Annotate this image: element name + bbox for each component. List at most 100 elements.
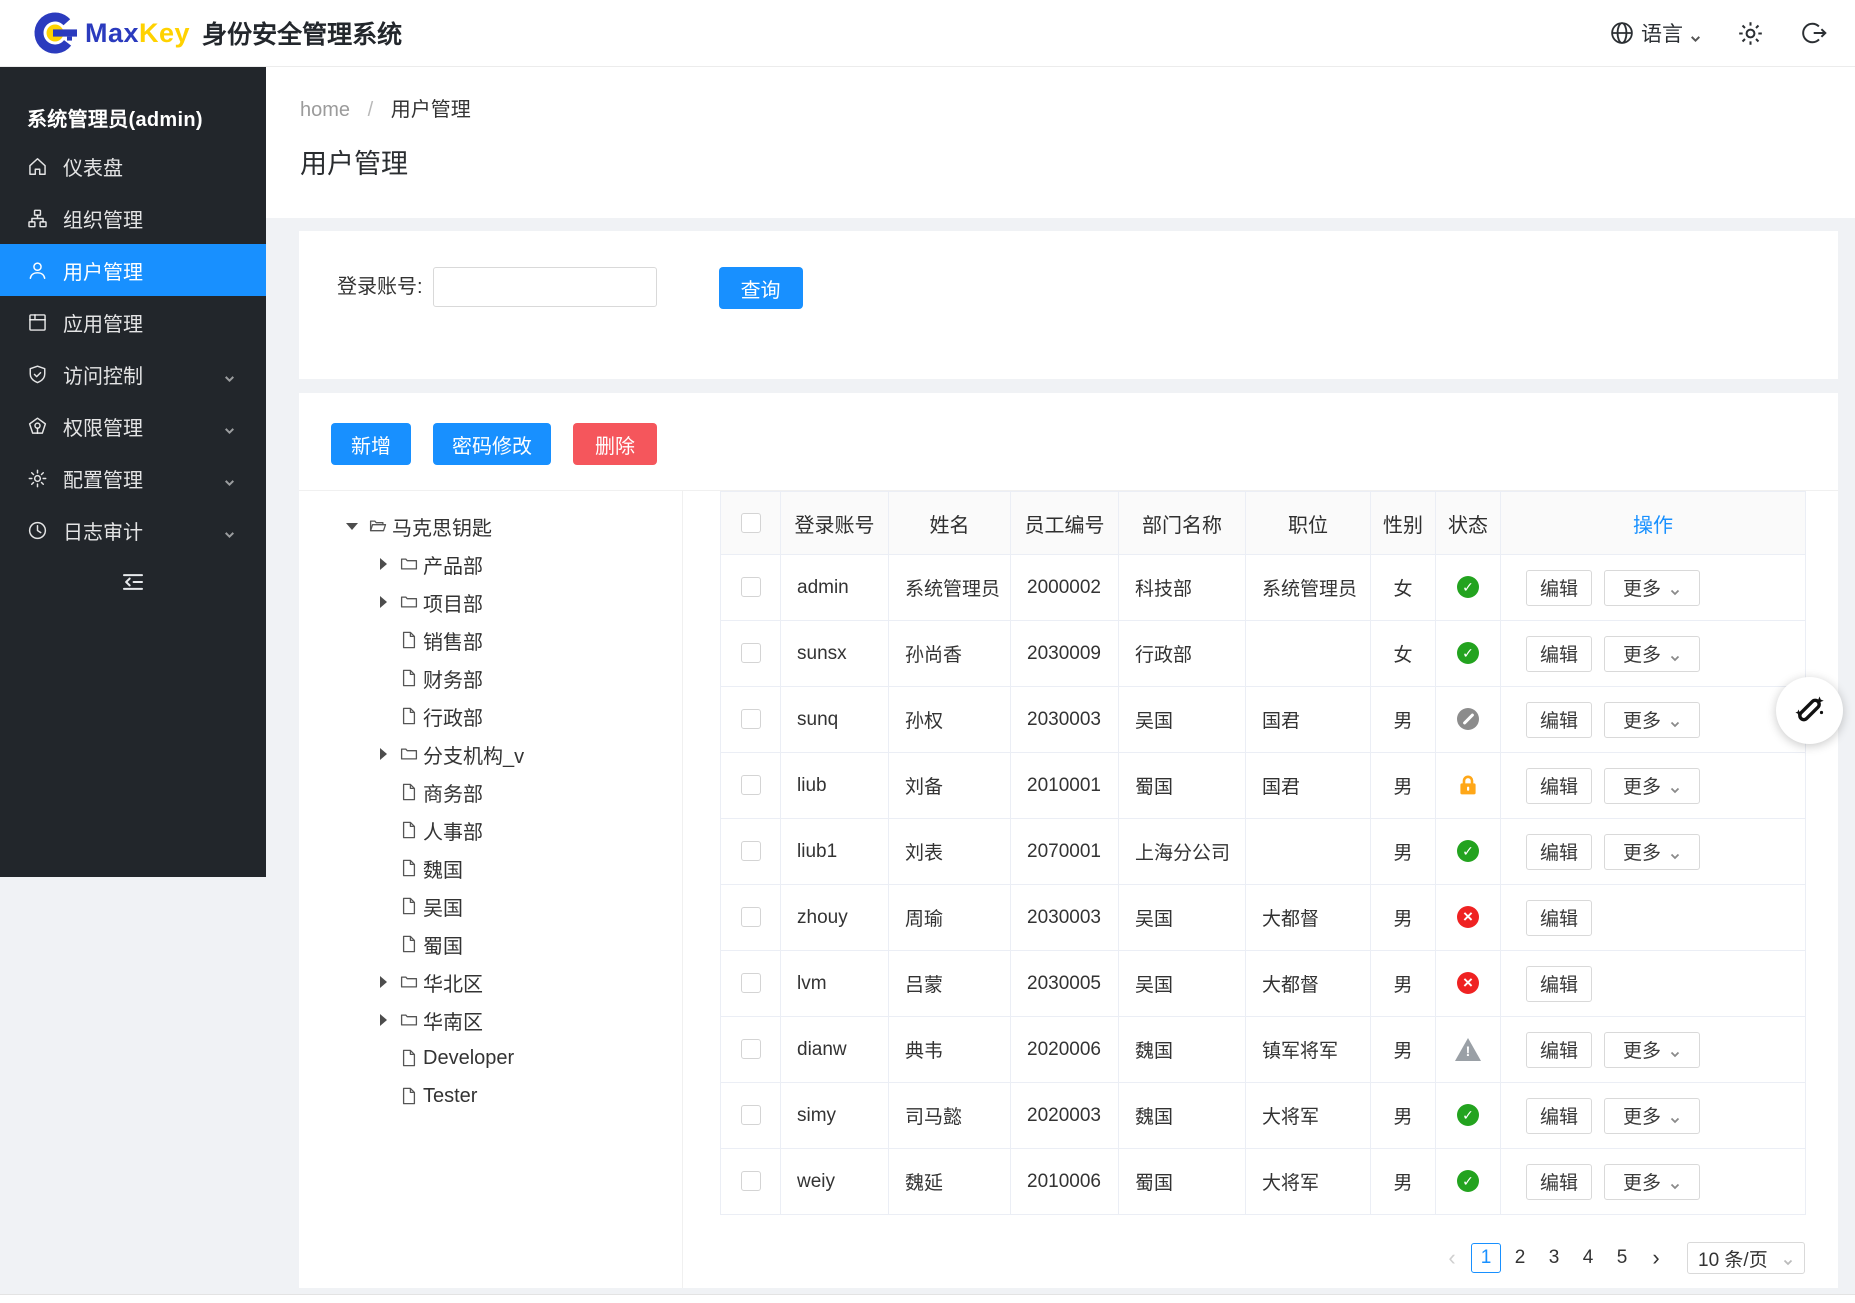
brand-name: MaxKey (85, 18, 190, 49)
cell-actions: 编辑更多 (1501, 1083, 1806, 1149)
change-password-button[interactable]: 密码修改 (433, 423, 551, 465)
sidebar-item-2[interactable]: 用户管理 (0, 244, 266, 296)
page-button-2[interactable]: 2 (1505, 1243, 1535, 1273)
tree-node-7[interactable]: 商务部 (299, 773, 682, 811)
user-icon (27, 260, 48, 281)
page-button-1[interactable]: 1 (1471, 1243, 1501, 1273)
breadcrumb-home-link[interactable]: home (300, 99, 350, 121)
maxkey-admin-page: MaxKey 身份安全管理系统 语言 系统管理员(admin) 仪表盘 (0, 0, 1855, 1303)
row-select-cell (721, 621, 781, 687)
magic-wand-button[interactable] (1776, 677, 1843, 744)
page-button-3[interactable]: 3 (1539, 1243, 1569, 1273)
sidebar-item-label: 访问控制 (63, 360, 143, 389)
tree-node-15[interactable]: Tester (299, 1077, 682, 1115)
tree-node-12[interactable]: 华北区 (299, 963, 682, 1001)
sidebar-item-7[interactable]: 日志审计 (0, 504, 266, 556)
query-button[interactable]: 查询 (719, 267, 803, 309)
caret-right-icon[interactable] (376, 1013, 390, 1027)
maxkey-logo-icon (33, 11, 77, 55)
tree-node-11[interactable]: 蜀国 (299, 925, 682, 963)
edit-button[interactable]: 编辑 (1526, 966, 1592, 1002)
add-button[interactable]: 新增 (331, 423, 411, 465)
tree-node-4[interactable]: 财务部 (299, 659, 682, 697)
more-button[interactable]: 更多 (1604, 1164, 1700, 1200)
tree-node-8[interactable]: 人事部 (299, 811, 682, 849)
caret-right-icon[interactable] (376, 557, 390, 571)
sidebar-item-6[interactable]: 配置管理 (0, 452, 266, 504)
page-button-4[interactable]: 4 (1573, 1243, 1603, 1273)
tree-node-13[interactable]: 华南区 (299, 1001, 682, 1039)
edit-button[interactable]: 编辑 (1526, 834, 1592, 870)
more-button[interactable]: 更多 (1604, 1032, 1700, 1068)
sidebar-item-5[interactable]: 权限管理 (0, 400, 266, 452)
tree-node-1[interactable]: 产品部 (299, 545, 682, 583)
caret-down-icon[interactable] (345, 519, 359, 533)
sidebar-item-4[interactable]: 访问控制 (0, 348, 266, 400)
more-button[interactable]: 更多 (1604, 1098, 1700, 1134)
more-button[interactable]: 更多 (1604, 702, 1700, 738)
next-page-button[interactable]: › (1641, 1243, 1671, 1273)
cell-position (1246, 819, 1371, 885)
edit-button[interactable]: 编辑 (1526, 570, 1592, 606)
caret-placeholder (376, 709, 390, 723)
settings-gear-icon[interactable] (1736, 19, 1765, 48)
edit-button[interactable]: 编辑 (1526, 900, 1592, 936)
more-button[interactable]: 更多 (1604, 768, 1700, 804)
row-checkbox[interactable] (741, 1105, 761, 1125)
row-checkbox[interactable] (741, 577, 761, 597)
tree-node-14[interactable]: Developer (299, 1039, 682, 1077)
edit-button[interactable]: 编辑 (1526, 768, 1592, 804)
edit-button[interactable]: 编辑 (1526, 1098, 1592, 1134)
tree-node-9[interactable]: 魏国 (299, 849, 682, 887)
status-ok-icon: ✓ (1457, 1104, 1479, 1126)
caret-right-icon[interactable] (376, 975, 390, 989)
caret-right-icon[interactable] (376, 747, 390, 761)
row-checkbox[interactable] (741, 841, 761, 861)
split-area: 马克思钥匙产品部项目部销售部财务部行政部分支机构_v商务部人事部魏国吴国蜀国华北… (299, 491, 1838, 1288)
sidebar-item-0[interactable]: 仪表盘 (0, 140, 266, 192)
row-checkbox[interactable] (741, 709, 761, 729)
page-button-5[interactable]: 5 (1607, 1243, 1637, 1273)
row-checkbox[interactable] (741, 1039, 761, 1059)
language-selector[interactable]: 语言 (1609, 18, 1702, 48)
more-button[interactable]: 更多 (1604, 636, 1700, 672)
tree-node-5[interactable]: 行政部 (299, 697, 682, 735)
tree-node-6[interactable]: 分支机构_v (299, 735, 682, 773)
table-row: admin系统管理员2000002科技部系统管理员女✓编辑更多 (721, 555, 1806, 621)
more-button[interactable]: 更多 (1604, 834, 1700, 870)
row-checkbox[interactable] (741, 775, 761, 795)
edit-button[interactable]: 编辑 (1526, 1164, 1592, 1200)
table-row: dianw典韦2020006魏国镇军将军男!编辑更多 (721, 1017, 1806, 1083)
globe-icon (1609, 20, 1635, 46)
sidebar-item-3[interactable]: 应用管理 (0, 296, 266, 348)
edit-button[interactable]: 编辑 (1526, 636, 1592, 672)
tree-node-0[interactable]: 马克思钥匙 (299, 507, 682, 545)
delete-button[interactable]: 删除 (573, 423, 657, 465)
tree-node-label: 产品部 (423, 550, 483, 579)
tree-node-label: 魏国 (423, 854, 463, 883)
logout-icon[interactable] (1799, 19, 1827, 47)
caret-placeholder (376, 937, 390, 951)
row-checkbox[interactable] (741, 1171, 761, 1191)
row-checkbox[interactable] (741, 643, 761, 663)
tree-node-10[interactable]: 吴国 (299, 887, 682, 925)
row-checkbox[interactable] (741, 973, 761, 993)
dashboard-icon (27, 156, 48, 177)
column-header-7: 操作 (1501, 492, 1806, 555)
prev-page-button[interactable]: ‹ (1437, 1243, 1467, 1273)
folder-open-icon (368, 516, 388, 536)
tree-node-2[interactable]: 项目部 (299, 583, 682, 621)
page-size-select[interactable]: 10 条/页 (1687, 1242, 1805, 1274)
edit-button[interactable]: 编辑 (1526, 1032, 1592, 1068)
tree-node-3[interactable]: 销售部 (299, 621, 682, 659)
edit-button[interactable]: 编辑 (1526, 702, 1592, 738)
caret-right-icon[interactable] (376, 595, 390, 609)
row-checkbox[interactable] (741, 907, 761, 927)
login-account-input[interactable] (433, 267, 657, 307)
select-all-checkbox[interactable] (741, 513, 761, 533)
more-button[interactable]: 更多 (1604, 570, 1700, 606)
cell-actions: 编辑更多 (1501, 753, 1806, 819)
cell-position: 国君 (1246, 687, 1371, 753)
sidebar-item-1[interactable]: 组织管理 (0, 192, 266, 244)
menu-fold-icon[interactable] (121, 570, 145, 594)
